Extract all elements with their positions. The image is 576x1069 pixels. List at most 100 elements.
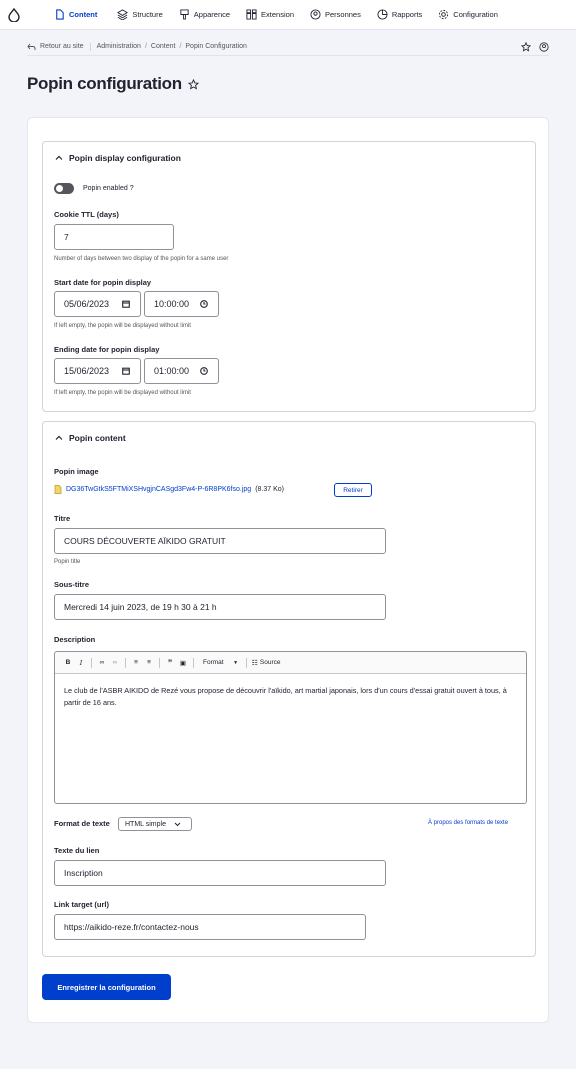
image-file-size: (8.37 Ko) bbox=[255, 486, 284, 493]
image-icon[interactable]: ▣ bbox=[178, 656, 188, 670]
text-format-label: Format de texte bbox=[54, 819, 110, 828]
titre-description: Popin title bbox=[54, 559, 81, 565]
breadcrumb-item-administration[interactable]: Administration bbox=[97, 43, 141, 50]
end-date-input[interactable]: 15/06/2023 bbox=[54, 358, 141, 384]
toolbar-item-extension[interactable]: Extension bbox=[238, 0, 302, 30]
clock-icon[interactable] bbox=[200, 300, 208, 308]
link-target-input[interactable]: https://aikido-reze.fr/contactez-nous bbox=[54, 914, 366, 940]
toolbar-divider bbox=[245, 657, 247, 668]
start-date-label: Start date for popin display bbox=[54, 278, 152, 287]
text-format-help-link[interactable]: À propos des formats de texte bbox=[428, 820, 508, 826]
chevron-down-icon bbox=[174, 822, 181, 826]
titre-value: COURS DÉCOUVERTE AÏKIDO GRATUIT bbox=[64, 536, 226, 546]
back-to-site-link[interactable]: Retour au site bbox=[27, 42, 91, 51]
toolbar-divider bbox=[193, 657, 194, 668]
star-icon[interactable] bbox=[521, 41, 531, 52]
breadcrumb-item-content[interactable]: Content bbox=[151, 43, 176, 50]
toolbar-item-label: Extension bbox=[261, 10, 294, 19]
start-date-input[interactable]: 05/06/2023 bbox=[54, 291, 141, 317]
link-target-label: Link target (url) bbox=[54, 900, 110, 909]
italic-button[interactable]: I bbox=[76, 656, 86, 670]
sous-titre-value: Mercredi 14 juin 2023, de 19 h 30 à 21 h bbox=[64, 602, 217, 612]
chevron-up-icon bbox=[55, 435, 63, 440]
toolbar-item-label: Apparence bbox=[193, 10, 231, 19]
gear-icon bbox=[439, 9, 449, 20]
toolbar-item-label: Configuration bbox=[453, 10, 498, 19]
section-title: Popin content bbox=[69, 433, 126, 443]
clock-icon[interactable] bbox=[200, 367, 208, 375]
breadcrumb-separator: / bbox=[144, 43, 147, 50]
toolbar-item-configuration[interactable]: Configuration bbox=[430, 0, 506, 30]
link-text-value: Inscription bbox=[64, 868, 103, 878]
popin-content-section: Popin content Popin image DG36TwGtkS5FTM… bbox=[42, 421, 536, 957]
source-button[interactable]: ☷ Source bbox=[252, 656, 281, 670]
page-title-wrap: Popin configuration bbox=[27, 74, 199, 94]
end-time-input[interactable]: 01:00:00 bbox=[144, 358, 219, 384]
description-editor[interactable]: B I ∞ ∞ ≡ ≡ ” ▣ Format ▼ ☷ Source Le clu… bbox=[54, 651, 527, 804]
display-config-summary[interactable]: Popin display configuration bbox=[55, 153, 181, 163]
toolbar-item-label: Rapports bbox=[391, 10, 423, 19]
link-text-input[interactable]: Inscription bbox=[54, 860, 386, 886]
calendar-icon[interactable] bbox=[122, 367, 130, 375]
toolbar-divider bbox=[91, 657, 92, 668]
cookie-ttl-input[interactable]: 7 bbox=[54, 224, 174, 250]
end-date-description: If left empty, the popin will be display… bbox=[54, 390, 191, 396]
section-title: Popin display configuration bbox=[69, 153, 181, 163]
popin-enabled-toggle[interactable] bbox=[54, 183, 74, 194]
cookie-ttl-value: 7 bbox=[64, 232, 69, 242]
layers-icon bbox=[117, 9, 129, 20]
blockquote-icon[interactable]: ” bbox=[165, 656, 175, 670]
link-icon[interactable]: ∞ bbox=[97, 656, 107, 670]
sous-titre-input[interactable]: Mercredi 14 juin 2023, de 19 h 30 à 21 h bbox=[54, 594, 386, 620]
breadcrumb: Retour au site Administration / Content … bbox=[27, 38, 549, 56]
back-arrow-icon bbox=[27, 43, 36, 50]
calendar-icon[interactable] bbox=[122, 300, 130, 308]
chevron-up-icon bbox=[55, 155, 63, 160]
image-file-link[interactable]: DG36TwGtkS5FTMiXSHvgjnCASgd3Fw4-P-6R8PK6… bbox=[66, 486, 251, 493]
toolbar-item-content[interactable]: Content bbox=[46, 0, 109, 30]
popin-content-summary[interactable]: Popin content bbox=[55, 433, 126, 443]
titre-input[interactable]: COURS DÉCOUVERTE AÏKIDO GRATUIT bbox=[54, 528, 386, 554]
save-configuration-button[interactable]: Enregistrer la configuration bbox=[42, 974, 171, 1000]
unlink-icon[interactable]: ∞ bbox=[110, 656, 120, 670]
start-time-input[interactable]: 10:00:00 bbox=[144, 291, 219, 317]
end-date-value: 15/06/2023 bbox=[64, 366, 110, 376]
toolbar-item-apparence[interactable]: Apparence bbox=[171, 0, 238, 30]
source-icon: ☷ bbox=[251, 659, 258, 667]
editor-content[interactable]: Le club de l'ASBR AIKIDO de Rezé vous pr… bbox=[55, 674, 526, 720]
toolbar-divider bbox=[125, 657, 126, 668]
toggle-label: Popin enabled ? bbox=[83, 185, 134, 192]
end-time-value: 01:00:00 bbox=[154, 366, 190, 376]
source-label: Source bbox=[259, 659, 281, 666]
bulleted-list-icon[interactable]: ≡ bbox=[131, 656, 141, 670]
favorite-star-icon[interactable] bbox=[187, 78, 199, 90]
back-link-label: Retour au site bbox=[40, 43, 84, 50]
puzzle-icon bbox=[246, 9, 257, 20]
text-format-select[interactable]: HTML simple bbox=[118, 817, 192, 831]
start-time-value: 10:00:00 bbox=[154, 299, 190, 309]
remove-image-button[interactable]: Retirer bbox=[334, 483, 372, 497]
toolbar-item-label: Content bbox=[69, 10, 98, 19]
numbered-list-icon[interactable]: ≡ bbox=[144, 656, 154, 670]
breadcrumb-separator: / bbox=[179, 43, 182, 50]
format-dropdown-label[interactable]: Format bbox=[199, 656, 228, 670]
titre-label: Titre bbox=[54, 514, 71, 523]
image-file-icon bbox=[54, 485, 62, 494]
toolbar-item-structure[interactable]: Structure bbox=[109, 0, 170, 30]
config-form: Popin display configuration Popin enable… bbox=[27, 117, 549, 1023]
bold-button[interactable]: B bbox=[63, 656, 73, 670]
format-dropdown-arrow-icon[interactable]: ▼ bbox=[231, 656, 241, 670]
toolbar-item-rapports[interactable]: Rapports bbox=[369, 0, 430, 30]
popin-image-label: Popin image bbox=[54, 467, 99, 476]
toolbar-divider bbox=[159, 657, 160, 668]
editor-toolbar: B I ∞ ∞ ≡ ≡ ” ▣ Format ▼ ☷ Source bbox=[55, 652, 526, 674]
start-date-value: 05/06/2023 bbox=[64, 299, 110, 309]
file-icon bbox=[56, 9, 64, 20]
description-label: Description bbox=[54, 635, 96, 644]
end-date-label: Ending date for popin display bbox=[54, 345, 160, 354]
toolbar-item-personnes[interactable]: Personnes bbox=[302, 0, 369, 30]
cookie-ttl-description: Number of days between two display of th… bbox=[54, 256, 229, 262]
drupal-logo-icon[interactable] bbox=[0, 0, 28, 30]
admin-toolbar: Content Structure Apparence Extension Pe… bbox=[0, 0, 576, 30]
user-account-icon[interactable] bbox=[539, 41, 549, 52]
